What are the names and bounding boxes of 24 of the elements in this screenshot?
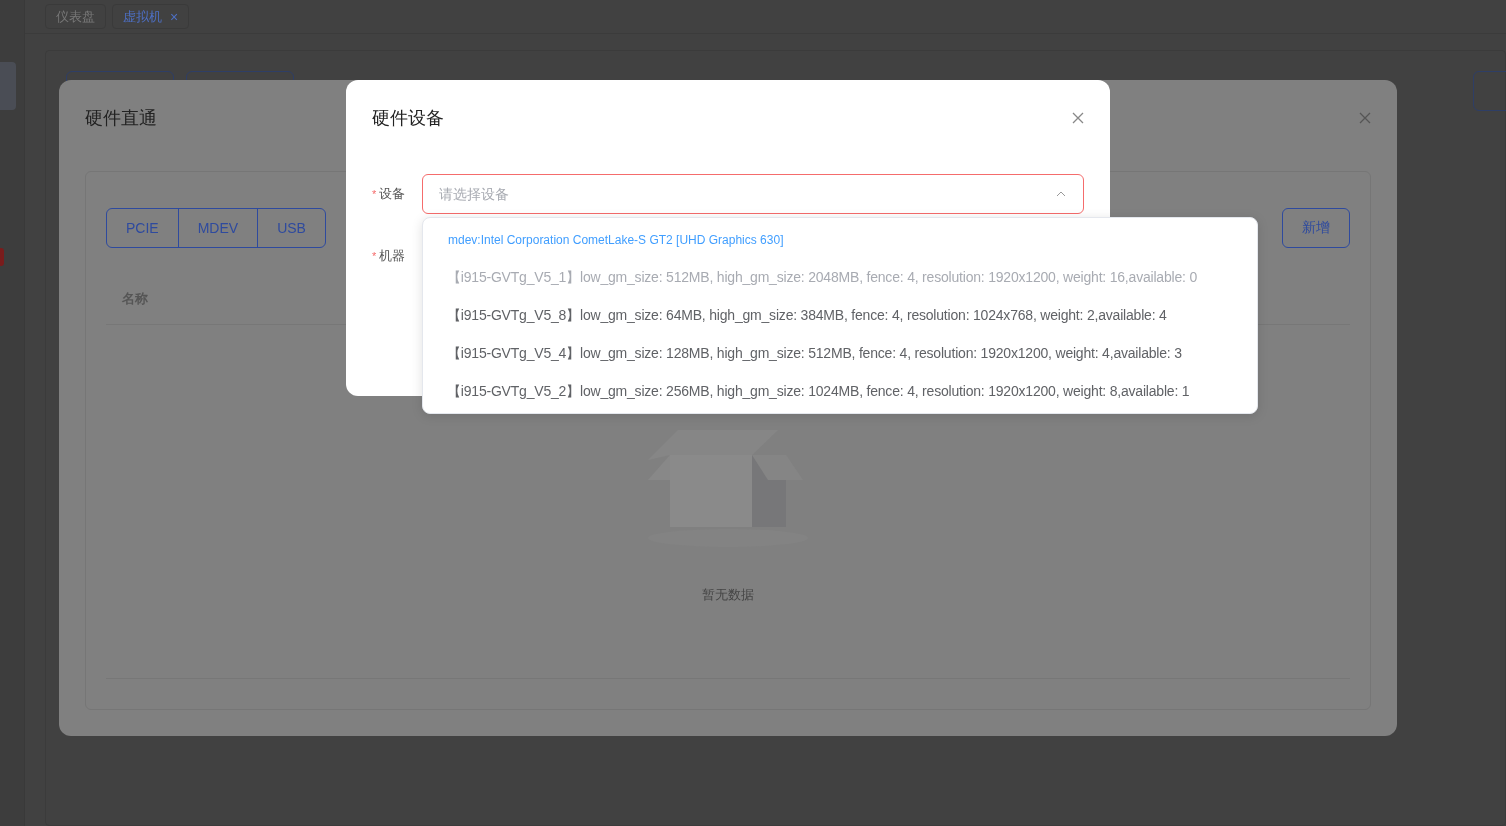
field-label: 设备 (379, 186, 406, 201)
field-label: 机器 (379, 248, 406, 263)
option-group-label: mdev:Intel Corporation CometLake-S GT2 [UHD Graphics 630] (447, 232, 785, 249)
segment-button[interactable]: USB (257, 208, 326, 248)
page-tab[interactable]: 虚拟机 × (112, 4, 190, 29)
segment-button[interactable]: MDEV (177, 208, 259, 248)
dropdown-option[interactable]: 【i915-GVTg_V5_8】low_gm_size: 64MB, high_gm_size: 384MB, fence: 4, resolution: 1024x768, weight: 2,available: 4 (423, 296, 1257, 334)
badge (0, 248, 4, 266)
sidebar-item[interactable] (0, 62, 16, 110)
close-icon[interactable] (1359, 112, 1371, 124)
dropdown-option[interactable]: 【i915-GVTg_V5_2】low_gm_size: 256MB, high_gm_size: 1024MB, fence: 4, resolution: 1920x1200, weight: 8,available: 1 (423, 372, 1257, 410)
required-mark: * (372, 250, 377, 262)
required-mark: * (372, 188, 377, 200)
device-select[interactable]: 请选择设备 (422, 174, 1084, 214)
close-icon[interactable] (1072, 112, 1084, 124)
dialog-title: 硬件直通 (85, 107, 157, 130)
toolbar-button[interactable] (1473, 71, 1506, 111)
tab-label: 虚拟机 (123, 7, 162, 26)
add-button[interactable]: 新增 (1282, 208, 1350, 248)
segment-button[interactable]: PCIE (106, 208, 179, 248)
dropdown-option[interactable]: 【i915-GVTg_V5_4】low_gm_size: 128MB, high_gm_size: 512MB, fence: 4, resolution: 1920x1200, weight: 4,available: 3 (423, 334, 1257, 372)
caret-icon (1056, 191, 1066, 197)
close-icon[interactable]: × (170, 8, 179, 25)
dialog-title: 硬件设备 (372, 107, 444, 130)
